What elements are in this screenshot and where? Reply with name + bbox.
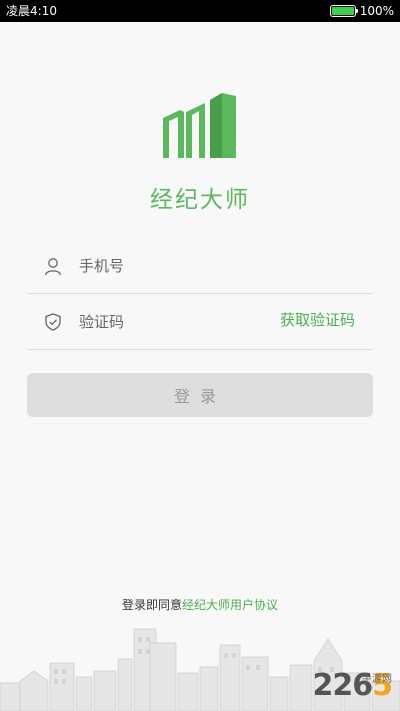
phone-input[interactable] <box>79 252 259 280</box>
login-button[interactable]: 登录 <box>27 373 373 417</box>
app-name: 经纪大师 <box>150 187 250 213</box>
code-field: 获取验证码 <box>27 294 373 350</box>
shield-icon <box>45 313 61 331</box>
agreement-prefix: 登录即同意 <box>121 598 182 612</box>
building-logo-icon <box>163 93 236 158</box>
battery-text: 100% <box>359 4 394 18</box>
user-icon <box>44 258 62 276</box>
battery-icon <box>329 5 358 17</box>
watermark-logo: 2265 手游网 <box>313 668 393 703</box>
code-input[interactable] <box>79 308 259 336</box>
phone-field <box>27 238 373 294</box>
get-code-button[interactable]: 获取验证码 <box>280 309 355 330</box>
status-time: 凌晨4:10 <box>6 4 57 18</box>
status-bar: 凌晨4:10 100% <box>0 0 400 22</box>
watermark-site: 手游网 <box>362 674 392 685</box>
user-agreement-link[interactable]: 经纪大师用户协议 <box>182 598 278 612</box>
battery-fill <box>331 7 354 15</box>
status-right: 100% <box>329 3 394 19</box>
agreement-text: 登录即同意经纪大师用户协议 <box>0 596 400 613</box>
